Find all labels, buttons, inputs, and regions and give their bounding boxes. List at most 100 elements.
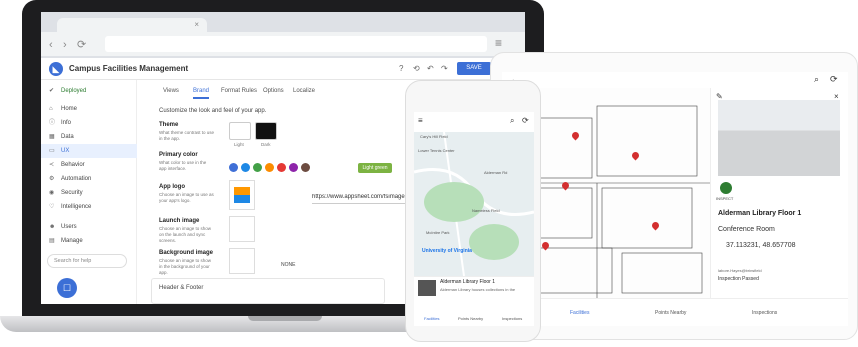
header-footer-card[interactable] bbox=[151, 278, 385, 304]
security-icon: ◉ bbox=[49, 190, 55, 196]
laptop-notch bbox=[248, 316, 322, 321]
color-swatch[interactable] bbox=[253, 163, 262, 172]
background-image-desc: Choose an image to show in the backgroun… bbox=[159, 258, 212, 275]
color-swatch[interactable] bbox=[265, 163, 274, 172]
map-label: University of Virginia bbox=[422, 248, 472, 254]
hamburger-icon[interactable]: ≡ bbox=[495, 36, 502, 50]
nav-facilities[interactable]: Facilities bbox=[570, 310, 589, 316]
home-icon: ⌂ bbox=[49, 106, 53, 112]
phone-screen: ≡ ⌕ ⟳ Cary's Hill Field Lower Tennis Cen… bbox=[414, 112, 534, 326]
search-icon[interactable]: ⌕ bbox=[510, 116, 514, 126]
app-title: Campus Facilities Management bbox=[69, 64, 189, 73]
tab-brand[interactable]: Brand bbox=[193, 88, 210, 99]
inspect-action-icon[interactable] bbox=[720, 182, 732, 194]
automation-icon: ⚙ bbox=[49, 176, 55, 182]
app-logo-desc: Choose an image to use as your app's log… bbox=[159, 192, 214, 203]
tab-format-rules[interactable]: Format Rules bbox=[221, 88, 257, 94]
logo-url-field[interactable]: https://www.appsheet.com/fsimage.pr bbox=[312, 194, 420, 204]
color-swatch[interactable] bbox=[229, 163, 238, 172]
save-button[interactable]: SAVE bbox=[457, 62, 491, 75]
manage-icon: ▤ bbox=[49, 238, 55, 244]
inspect-label: INSPECT bbox=[716, 196, 734, 201]
launch-image-title: Launch image bbox=[159, 218, 200, 224]
phone-nav-inspections[interactable]: Inspections bbox=[502, 316, 522, 321]
location-thumbnail bbox=[418, 280, 436, 296]
sidebar-item-manage[interactable]: ▤ Manage bbox=[41, 234, 137, 248]
sidebar: ✔ Deployed ⌂ Home ⓘ Info ▦ Data ▭ UX ≺ Behavio… bbox=[41, 80, 137, 304]
tab-options[interactable]: Options bbox=[263, 88, 284, 94]
map-label: McIntire Park bbox=[426, 230, 450, 235]
redo-icon[interactable]: ↷ bbox=[441, 64, 448, 73]
background-image-select[interactable]: NONE bbox=[281, 262, 295, 268]
chevron-right-icon[interactable]: › bbox=[63, 38, 67, 52]
tab-localize[interactable]: Localize bbox=[293, 88, 315, 94]
detail-status: Inspection Passed bbox=[718, 276, 759, 282]
check-circle-icon: ✔ bbox=[49, 88, 55, 94]
theme-title: Theme bbox=[159, 122, 179, 128]
undo-icon[interactable]: ↶ bbox=[427, 64, 434, 73]
sidebar-item-home[interactable]: ⌂ Home bbox=[41, 102, 137, 116]
map-label: Nameless Field bbox=[472, 208, 500, 213]
share-icon[interactable]: ⟲ bbox=[413, 64, 420, 73]
ux-icon: ▭ bbox=[49, 148, 55, 154]
card-title: Alderman Library Floor 1 bbox=[440, 279, 496, 285]
sidebar-item-automation[interactable]: ⚙ Automation bbox=[41, 172, 137, 186]
chat-icon[interactable]: ☐ bbox=[57, 278, 77, 298]
intelligence-icon: ♡ bbox=[49, 204, 55, 210]
chevron-left-icon[interactable]: ‹ bbox=[49, 38, 53, 52]
map-label: Cary's Hill Field bbox=[420, 134, 448, 139]
selected-color-chip[interactable]: Light green bbox=[358, 163, 392, 173]
color-swatches bbox=[229, 163, 310, 172]
sidebar-item-data[interactable]: ▦ Data bbox=[41, 130, 137, 144]
detail-coords: 37.113231, 48.657708 bbox=[726, 242, 796, 249]
primary-color-desc: What color to use in the app interface. bbox=[159, 160, 207, 171]
address-bar[interactable] bbox=[105, 36, 487, 52]
appsheet-logo-icon: ◣ bbox=[49, 62, 63, 76]
help-search-input[interactable]: Search for help bbox=[47, 254, 127, 268]
map-label: Alderman Rd bbox=[484, 170, 508, 175]
map-label: Lower Tennis Center bbox=[418, 148, 455, 153]
refresh-icon[interactable]: ⟳ bbox=[522, 116, 529, 125]
tab-views[interactable]: Views bbox=[163, 88, 179, 94]
background-image-preview[interactable] bbox=[229, 248, 255, 274]
card-desc: Alderman Library houses collections in t… bbox=[440, 287, 516, 292]
launch-image-preview[interactable] bbox=[229, 216, 255, 242]
theme-light-option[interactable] bbox=[229, 122, 251, 140]
detail-owner: labore.Hayes@brinsfield bbox=[718, 268, 762, 273]
brand-intro: Customize the look and feel of your app. bbox=[159, 108, 267, 114]
browser-tab[interactable]: × bbox=[57, 18, 207, 32]
sidebar-item-ux[interactable]: ▭ UX bbox=[41, 144, 137, 158]
theme-dark-label: Dark bbox=[261, 142, 271, 147]
help-icon[interactable]: ? bbox=[399, 64, 403, 73]
color-swatch[interactable] bbox=[301, 163, 310, 172]
phone-nav-facilities[interactable]: Facilities bbox=[424, 316, 440, 321]
sidebar-item-behavior[interactable]: ≺ Behavior bbox=[41, 158, 137, 172]
header-footer-title: Header & Footer bbox=[159, 285, 204, 291]
primary-color-title: Primary color bbox=[159, 152, 198, 158]
tablet-appbar bbox=[502, 72, 848, 88]
search-icon[interactable]: ⌕ bbox=[814, 74, 819, 85]
background-image-title: Background image bbox=[159, 250, 214, 256]
detail-title: Alderman Library Floor 1 bbox=[718, 210, 802, 217]
logo-preview[interactable] bbox=[229, 180, 255, 210]
sidebar-item-users[interactable]: ☻ Users bbox=[41, 220, 137, 234]
color-swatch[interactable] bbox=[289, 163, 298, 172]
sidebar-item-security[interactable]: ◉ Security bbox=[41, 186, 137, 200]
phone-nav-points-nearby[interactable]: Points Nearby bbox=[458, 316, 483, 321]
theme-dark-option[interactable] bbox=[255, 122, 277, 140]
menu-icon[interactable]: ≡ bbox=[418, 116, 423, 125]
reload-icon[interactable]: ⟳ bbox=[77, 38, 86, 52]
sidebar-item-intelligence[interactable]: ♡ Intelligence bbox=[41, 200, 137, 214]
behavior-icon: ≺ bbox=[49, 162, 55, 168]
deployed-status: ✔ Deployed bbox=[41, 84, 137, 98]
nav-inspections[interactable]: Inspections bbox=[752, 310, 777, 316]
app-logo-title: App logo bbox=[159, 184, 185, 190]
color-swatch[interactable] bbox=[241, 163, 250, 172]
theme-desc: What theme contrast to use in the app. bbox=[159, 130, 215, 141]
nav-points-nearby[interactable]: Points Nearby bbox=[655, 310, 686, 316]
campus-map[interactable] bbox=[414, 131, 534, 277]
color-swatch[interactable] bbox=[277, 163, 286, 172]
refresh-icon[interactable]: ⟳ bbox=[830, 74, 838, 85]
room-photo bbox=[718, 100, 840, 176]
sidebar-item-info[interactable]: ⓘ Info bbox=[41, 116, 137, 130]
